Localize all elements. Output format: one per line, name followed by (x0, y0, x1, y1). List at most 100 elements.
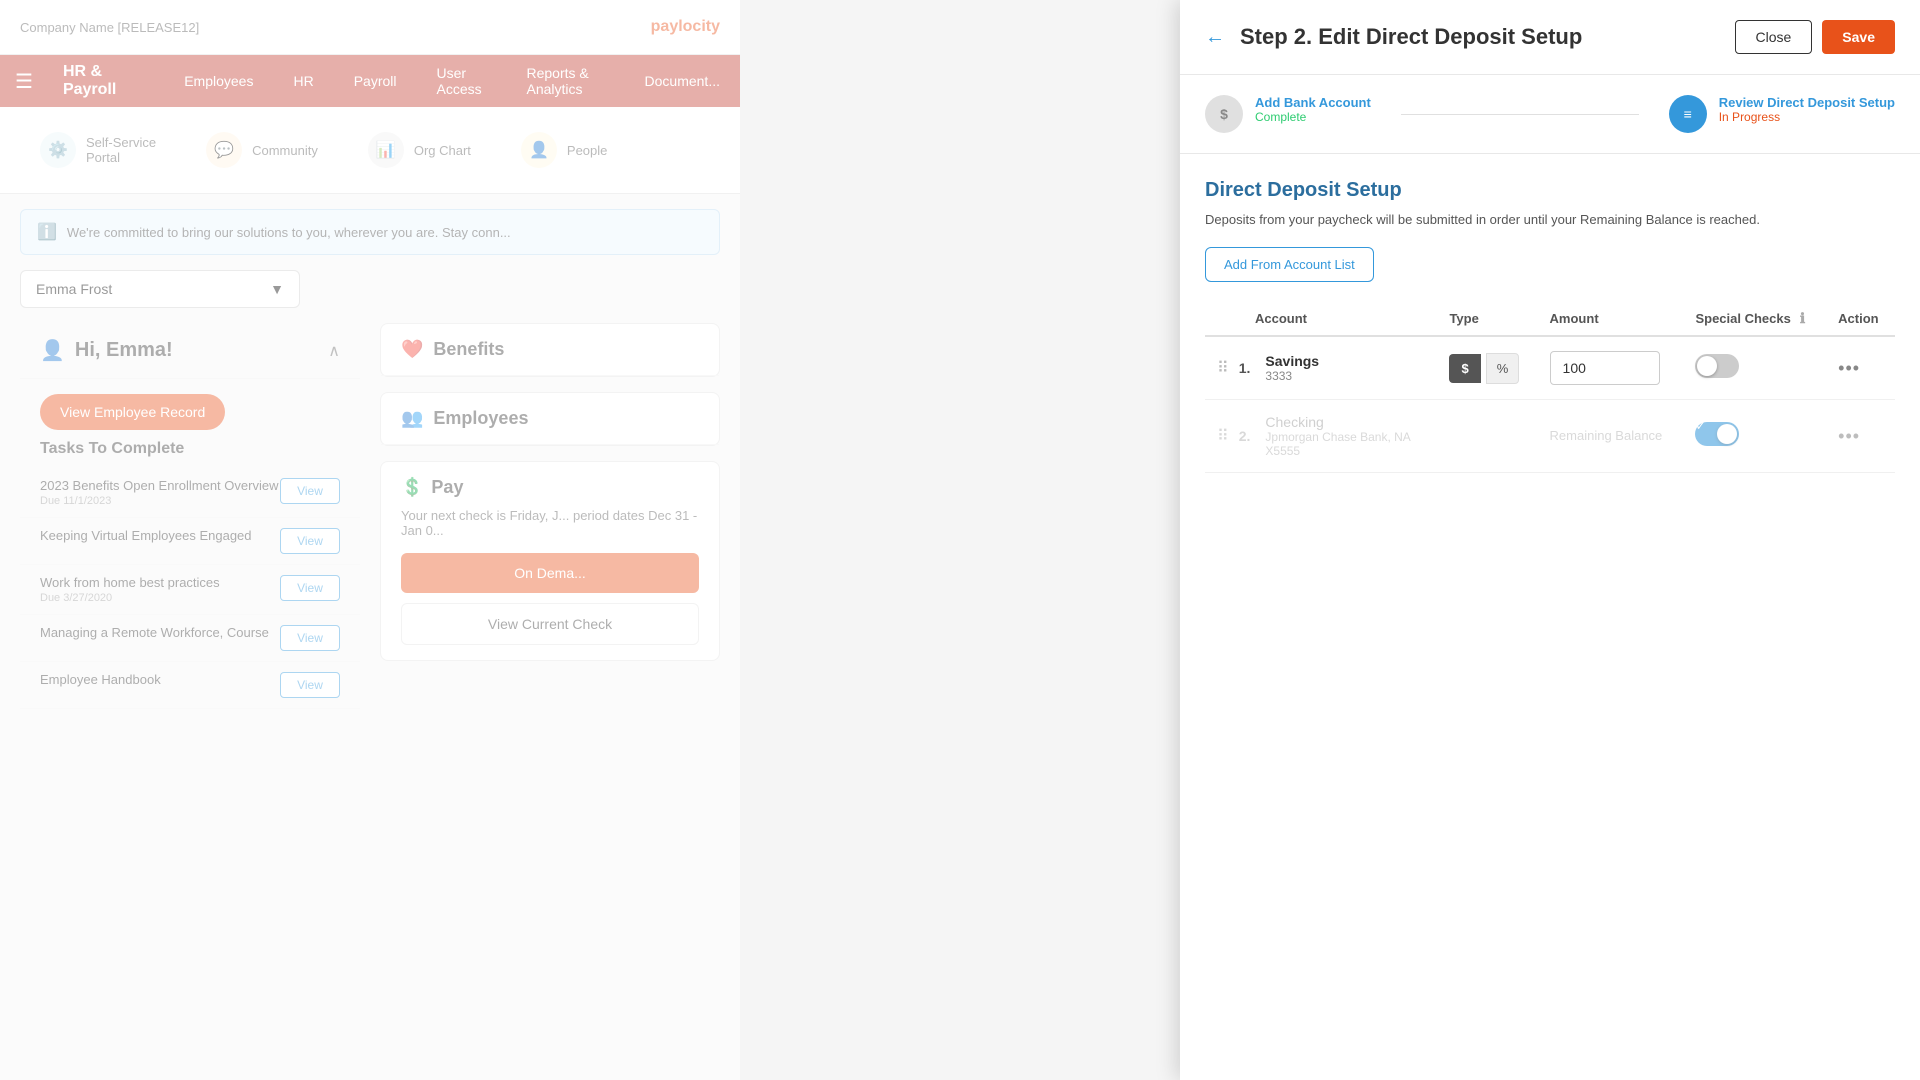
hamburger-icon[interactable]: ☰ (0, 69, 48, 94)
hi-panel: 👤 Hi, Emma! ∧ View Employee Record Tasks… (20, 323, 360, 709)
col-account: Account (1205, 302, 1437, 336)
employees-icon: 👥 (401, 408, 423, 429)
drag-handle-1[interactable]: ⠿ (1217, 358, 1229, 378)
section-desc: Deposits from your paycheck will be subm… (1205, 212, 1895, 227)
row-number-1: 1. (1239, 360, 1251, 376)
action-menu-2[interactable]: ••• (1838, 426, 1860, 446)
modal-title: Step 2. Edit Direct Deposit Setup (1240, 24, 1582, 50)
amount-input-1[interactable] (1550, 351, 1660, 385)
tile-org-chart[interactable]: 📊 Org Chart (348, 122, 491, 178)
type-group-1: $ % (1449, 353, 1525, 384)
nav-item-reports[interactable]: Reports & Analytics (507, 55, 625, 107)
employees-panel: 👥 Employees (380, 392, 720, 446)
modal-content: Direct Deposit Setup Deposits from your … (1180, 154, 1920, 498)
pay-section: 💲 Pay Your next check is Friday, J... pe… (381, 462, 719, 660)
people-icon: 👤 (521, 132, 557, 168)
tiles-row: ⚙️ Self-ServicePortal 💬 Community 📊 Org … (0, 107, 740, 194)
save-button[interactable]: Save (1822, 20, 1895, 54)
nav-bar: ☰ HR & Payroll Employees HR Payroll User… (0, 55, 740, 107)
benefits-panel: ❤️ Benefits (380, 323, 720, 377)
tile-org-chart-label: Org Chart (414, 143, 471, 158)
right-column: ❤️ Benefits 👥 Employees 💲 Pay Your (380, 323, 720, 709)
task-due-3: Due 3/27/2020 (40, 592, 280, 604)
task-view-button-2[interactable]: View (280, 528, 340, 554)
add-from-account-list-button[interactable]: Add From Account List (1205, 247, 1374, 282)
step-1: $ Add Bank Account Complete (1205, 95, 1371, 133)
task-view-button-4[interactable]: View (280, 625, 340, 651)
pay-description: Your next check is Friday, J... period d… (401, 508, 699, 538)
step-2-label: Review Direct Deposit Setup (1719, 95, 1895, 110)
close-button[interactable]: Close (1735, 20, 1813, 54)
task-view-button-3[interactable]: View (280, 575, 340, 601)
type-dollar-button-1[interactable]: $ (1449, 354, 1480, 383)
nav-items: Employees HR Payroll User Access Reports… (164, 55, 740, 107)
nav-item-hr[interactable]: HR (273, 55, 333, 107)
nav-item-payroll[interactable]: Payroll (334, 55, 417, 107)
task-name-4: Managing a Remote Workforce, Course (40, 625, 280, 640)
account-num-1: 3333 (1265, 369, 1319, 383)
org-chart-icon: 📊 (368, 132, 404, 168)
account-name-2: Checking (1265, 414, 1410, 430)
nav-item-employees[interactable]: Employees (164, 55, 273, 107)
pay-title: 💲 Pay (401, 477, 699, 498)
top-bar: Company Name [RELEASE12] paylocity (0, 0, 740, 55)
modal-header: ← Step 2. Edit Direct Deposit Setup Clos… (1180, 0, 1920, 75)
step-2-icon: ≡ (1669, 95, 1707, 133)
info-banner: ℹ️ We're committed to bring our solution… (20, 209, 720, 255)
view-employee-record-button[interactable]: View Employee Record (40, 394, 225, 430)
section-title: Direct Deposit Setup (1205, 179, 1895, 202)
tile-self-service-label: Self-ServicePortal (86, 135, 156, 165)
tile-community[interactable]: 💬 Community (186, 122, 338, 178)
benefits-title: Benefits (433, 339, 504, 360)
step-divider (1401, 114, 1639, 115)
tile-self-service[interactable]: ⚙️ Self-ServicePortal (20, 122, 176, 178)
col-action: Action (1826, 302, 1895, 336)
task-name-2: Keeping Virtual Employees Engaged (40, 528, 280, 543)
community-icon: 💬 (206, 132, 242, 168)
tile-people-label: People (567, 143, 607, 158)
greeting-text: Hi, Emma! (75, 339, 173, 362)
hi-header: 👤 Hi, Emma! ∧ (20, 323, 360, 379)
special-checks-toggle-2[interactable]: ✓ (1695, 422, 1739, 446)
task-item-4: Managing a Remote Workforce, Course View (20, 615, 360, 662)
view-current-check-button[interactable]: View Current Check (401, 603, 699, 645)
deposit-table: Account Type Amount Special Checks ℹ Act… (1205, 302, 1895, 473)
step-2-status: In Progress (1719, 110, 1895, 124)
on-demand-button[interactable]: On Dema... (401, 553, 699, 593)
company-name: Company Name [RELEASE12] (20, 20, 199, 35)
dollar-icon: 💲 (401, 477, 423, 498)
dropdown-chevron-icon: ▼ (270, 281, 284, 297)
task-name-1: 2023 Benefits Open Enrollment Overview (40, 478, 280, 493)
step-1-label: Add Bank Account (1255, 95, 1371, 110)
pay-panel: 💲 Pay Your next check is Friday, J... pe… (380, 461, 720, 661)
employee-dropdown[interactable]: Emma Frost ▼ (20, 270, 300, 308)
task-item-1: 2023 Benefits Open Enrollment Overview D… (20, 468, 360, 518)
task-due-1: Due 11/1/2023 (40, 495, 280, 507)
type-percent-button-1[interactable]: % (1486, 353, 1520, 384)
task-name-3: Work from home best practices (40, 575, 280, 590)
remaining-balance-label: Remaining Balance (1550, 428, 1663, 443)
nav-item-documents[interactable]: Document... (625, 55, 740, 107)
special-checks-info-icon[interactable]: ℹ (1800, 310, 1805, 327)
step-2: ≡ Review Direct Deposit Setup In Progres… (1669, 95, 1895, 133)
employee-selector: Emma Frost ▼ (20, 270, 720, 308)
employees-title: Employees (433, 408, 528, 429)
task-item-2: Keeping Virtual Employees Engaged View (20, 518, 360, 565)
task-view-button-5[interactable]: View (280, 672, 340, 698)
back-button[interactable]: ← (1205, 26, 1225, 49)
action-menu-1[interactable]: ••• (1838, 358, 1860, 378)
nav-item-user-access[interactable]: User Access (417, 55, 507, 107)
step-1-status: Complete (1255, 110, 1371, 124)
task-view-button-1[interactable]: View (280, 478, 340, 504)
benefits-header: ❤️ Benefits (381, 324, 719, 376)
drag-handle-2[interactable]: ⠿ (1217, 426, 1229, 446)
direct-deposit-modal: ← Step 2. Edit Direct Deposit Setup Clos… (1180, 0, 1920, 1080)
tile-community-label: Community (252, 143, 318, 158)
hi-title: 👤 Hi, Emma! (40, 338, 173, 363)
special-checks-toggle-1[interactable] (1695, 354, 1739, 378)
collapse-icon[interactable]: ∧ (328, 341, 340, 361)
person-icon: 👤 (40, 338, 65, 363)
account-name-1: Savings (1265, 353, 1319, 369)
steps-bar: $ Add Bank Account Complete ≡ Review Dir… (1180, 75, 1920, 154)
tile-people[interactable]: 👤 People (501, 122, 627, 178)
